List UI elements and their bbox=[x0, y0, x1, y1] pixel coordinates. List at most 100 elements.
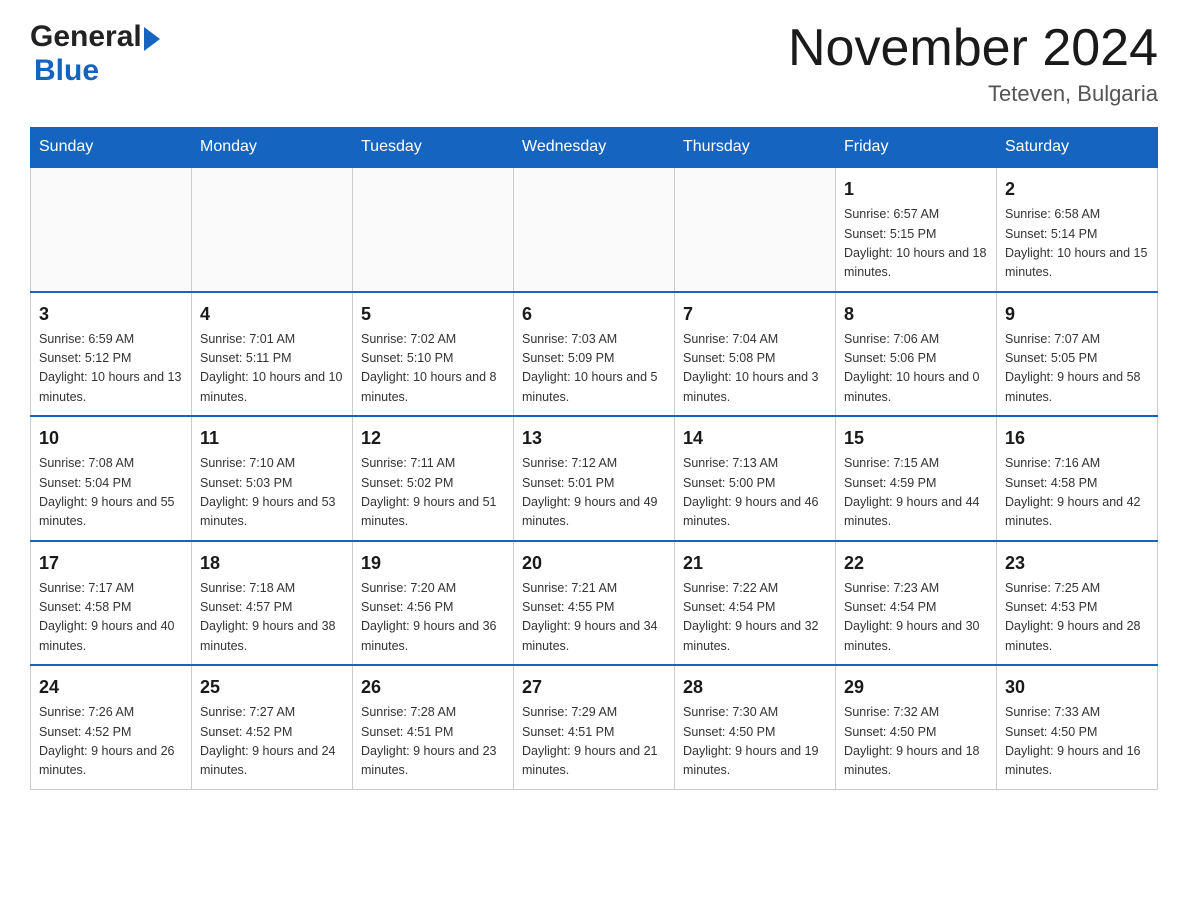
day-number: 23 bbox=[1005, 550, 1149, 577]
day-number: 12 bbox=[361, 425, 505, 452]
calendar-day-cell: 18Sunrise: 7:18 AMSunset: 4:57 PMDayligh… bbox=[192, 541, 353, 666]
page-header: General Blue November 2024 Teteven, Bulg… bbox=[30, 20, 1158, 107]
calendar-day-cell: 5Sunrise: 7:02 AMSunset: 5:10 PMDaylight… bbox=[353, 292, 514, 417]
day-number: 26 bbox=[361, 674, 505, 701]
calendar-day-cell: 1Sunrise: 6:57 AMSunset: 5:15 PMDaylight… bbox=[836, 167, 997, 292]
day-info: Sunrise: 7:04 AMSunset: 5:08 PMDaylight:… bbox=[683, 330, 827, 408]
day-number: 20 bbox=[522, 550, 666, 577]
day-info: Sunrise: 7:25 AMSunset: 4:53 PMDaylight:… bbox=[1005, 579, 1149, 657]
day-info: Sunrise: 7:20 AMSunset: 4:56 PMDaylight:… bbox=[361, 579, 505, 657]
calendar-week-row: 3Sunrise: 6:59 AMSunset: 5:12 PMDaylight… bbox=[31, 292, 1158, 417]
calendar-day-cell: 16Sunrise: 7:16 AMSunset: 4:58 PMDayligh… bbox=[997, 416, 1158, 541]
weekday-header-monday: Monday bbox=[192, 128, 353, 168]
day-number: 6 bbox=[522, 301, 666, 328]
calendar-week-row: 24Sunrise: 7:26 AMSunset: 4:52 PMDayligh… bbox=[31, 665, 1158, 789]
day-info: Sunrise: 7:30 AMSunset: 4:50 PMDaylight:… bbox=[683, 703, 827, 781]
calendar-week-row: 1Sunrise: 6:57 AMSunset: 5:15 PMDaylight… bbox=[31, 167, 1158, 292]
calendar-day-cell: 4Sunrise: 7:01 AMSunset: 5:11 PMDaylight… bbox=[192, 292, 353, 417]
calendar-day-cell: 10Sunrise: 7:08 AMSunset: 5:04 PMDayligh… bbox=[31, 416, 192, 541]
calendar-day-cell: 11Sunrise: 7:10 AMSunset: 5:03 PMDayligh… bbox=[192, 416, 353, 541]
weekday-header-friday: Friday bbox=[836, 128, 997, 168]
day-number: 17 bbox=[39, 550, 183, 577]
calendar-day-cell: 9Sunrise: 7:07 AMSunset: 5:05 PMDaylight… bbox=[997, 292, 1158, 417]
day-number: 1 bbox=[844, 176, 988, 203]
calendar-day-cell: 24Sunrise: 7:26 AMSunset: 4:52 PMDayligh… bbox=[31, 665, 192, 789]
calendar-day-cell: 28Sunrise: 7:30 AMSunset: 4:50 PMDayligh… bbox=[675, 665, 836, 789]
logo-arrow-icon bbox=[144, 27, 160, 51]
day-info: Sunrise: 7:16 AMSunset: 4:58 PMDaylight:… bbox=[1005, 454, 1149, 532]
day-info: Sunrise: 7:08 AMSunset: 5:04 PMDaylight:… bbox=[39, 454, 183, 532]
day-info: Sunrise: 7:29 AMSunset: 4:51 PMDaylight:… bbox=[522, 703, 666, 781]
day-info: Sunrise: 7:23 AMSunset: 4:54 PMDaylight:… bbox=[844, 579, 988, 657]
day-number: 16 bbox=[1005, 425, 1149, 452]
day-number: 11 bbox=[200, 425, 344, 452]
calendar-table: SundayMondayTuesdayWednesdayThursdayFrid… bbox=[30, 127, 1158, 790]
day-number: 22 bbox=[844, 550, 988, 577]
location-title: Teteven, Bulgaria bbox=[788, 81, 1158, 107]
day-info: Sunrise: 7:01 AMSunset: 5:11 PMDaylight:… bbox=[200, 330, 344, 408]
day-number: 18 bbox=[200, 550, 344, 577]
day-info: Sunrise: 6:58 AMSunset: 5:14 PMDaylight:… bbox=[1005, 205, 1149, 283]
day-number: 3 bbox=[39, 301, 183, 328]
day-number: 14 bbox=[683, 425, 827, 452]
calendar-day-cell: 14Sunrise: 7:13 AMSunset: 5:00 PMDayligh… bbox=[675, 416, 836, 541]
weekday-header-tuesday: Tuesday bbox=[353, 128, 514, 168]
day-number: 9 bbox=[1005, 301, 1149, 328]
calendar-day-cell: 22Sunrise: 7:23 AMSunset: 4:54 PMDayligh… bbox=[836, 541, 997, 666]
calendar-week-row: 10Sunrise: 7:08 AMSunset: 5:04 PMDayligh… bbox=[31, 416, 1158, 541]
day-info: Sunrise: 7:18 AMSunset: 4:57 PMDaylight:… bbox=[200, 579, 344, 657]
day-number: 27 bbox=[522, 674, 666, 701]
weekday-header-saturday: Saturday bbox=[997, 128, 1158, 168]
calendar-day-cell: 3Sunrise: 6:59 AMSunset: 5:12 PMDaylight… bbox=[31, 292, 192, 417]
day-info: Sunrise: 7:11 AMSunset: 5:02 PMDaylight:… bbox=[361, 454, 505, 532]
calendar-day-cell: 8Sunrise: 7:06 AMSunset: 5:06 PMDaylight… bbox=[836, 292, 997, 417]
day-info: Sunrise: 7:15 AMSunset: 4:59 PMDaylight:… bbox=[844, 454, 988, 532]
calendar-day-cell: 6Sunrise: 7:03 AMSunset: 5:09 PMDaylight… bbox=[514, 292, 675, 417]
calendar-day-cell bbox=[514, 167, 675, 292]
day-number: 30 bbox=[1005, 674, 1149, 701]
calendar-day-cell bbox=[192, 167, 353, 292]
calendar-day-cell: 15Sunrise: 7:15 AMSunset: 4:59 PMDayligh… bbox=[836, 416, 997, 541]
day-number: 10 bbox=[39, 425, 183, 452]
day-number: 25 bbox=[200, 674, 344, 701]
weekday-header-thursday: Thursday bbox=[675, 128, 836, 168]
day-number: 29 bbox=[844, 674, 988, 701]
calendar-day-cell bbox=[353, 167, 514, 292]
calendar-day-cell: 29Sunrise: 7:32 AMSunset: 4:50 PMDayligh… bbox=[836, 665, 997, 789]
day-info: Sunrise: 7:28 AMSunset: 4:51 PMDaylight:… bbox=[361, 703, 505, 781]
day-number: 7 bbox=[683, 301, 827, 328]
calendar-day-cell: 21Sunrise: 7:22 AMSunset: 4:54 PMDayligh… bbox=[675, 541, 836, 666]
day-info: Sunrise: 7:02 AMSunset: 5:10 PMDaylight:… bbox=[361, 330, 505, 408]
calendar-day-cell: 26Sunrise: 7:28 AMSunset: 4:51 PMDayligh… bbox=[353, 665, 514, 789]
day-number: 5 bbox=[361, 301, 505, 328]
day-info: Sunrise: 7:22 AMSunset: 4:54 PMDaylight:… bbox=[683, 579, 827, 657]
day-number: 28 bbox=[683, 674, 827, 701]
weekday-header-sunday: Sunday bbox=[31, 128, 192, 168]
calendar-day-cell: 17Sunrise: 7:17 AMSunset: 4:58 PMDayligh… bbox=[31, 541, 192, 666]
month-title: November 2024 bbox=[788, 20, 1158, 77]
day-info: Sunrise: 7:13 AMSunset: 5:00 PMDaylight:… bbox=[683, 454, 827, 532]
calendar-day-cell bbox=[675, 167, 836, 292]
title-block: November 2024 Teteven, Bulgaria bbox=[788, 20, 1158, 107]
day-info: Sunrise: 6:57 AMSunset: 5:15 PMDaylight:… bbox=[844, 205, 988, 283]
calendar-week-row: 17Sunrise: 7:17 AMSunset: 4:58 PMDayligh… bbox=[31, 541, 1158, 666]
calendar-day-cell: 30Sunrise: 7:33 AMSunset: 4:50 PMDayligh… bbox=[997, 665, 1158, 789]
calendar-day-cell bbox=[31, 167, 192, 292]
calendar-day-cell: 7Sunrise: 7:04 AMSunset: 5:08 PMDaylight… bbox=[675, 292, 836, 417]
logo-blue: Blue bbox=[34, 54, 99, 87]
calendar-day-cell: 25Sunrise: 7:27 AMSunset: 4:52 PMDayligh… bbox=[192, 665, 353, 789]
day-info: Sunrise: 7:21 AMSunset: 4:55 PMDaylight:… bbox=[522, 579, 666, 657]
day-info: Sunrise: 7:17 AMSunset: 4:58 PMDaylight:… bbox=[39, 579, 183, 657]
day-info: Sunrise: 6:59 AMSunset: 5:12 PMDaylight:… bbox=[39, 330, 183, 408]
calendar-day-cell: 13Sunrise: 7:12 AMSunset: 5:01 PMDayligh… bbox=[514, 416, 675, 541]
day-info: Sunrise: 7:33 AMSunset: 4:50 PMDaylight:… bbox=[1005, 703, 1149, 781]
weekday-header-wednesday: Wednesday bbox=[514, 128, 675, 168]
day-number: 8 bbox=[844, 301, 988, 328]
day-number: 19 bbox=[361, 550, 505, 577]
day-info: Sunrise: 7:07 AMSunset: 5:05 PMDaylight:… bbox=[1005, 330, 1149, 408]
day-number: 13 bbox=[522, 425, 666, 452]
day-number: 4 bbox=[200, 301, 344, 328]
day-number: 21 bbox=[683, 550, 827, 577]
day-info: Sunrise: 7:26 AMSunset: 4:52 PMDaylight:… bbox=[39, 703, 183, 781]
day-info: Sunrise: 7:12 AMSunset: 5:01 PMDaylight:… bbox=[522, 454, 666, 532]
